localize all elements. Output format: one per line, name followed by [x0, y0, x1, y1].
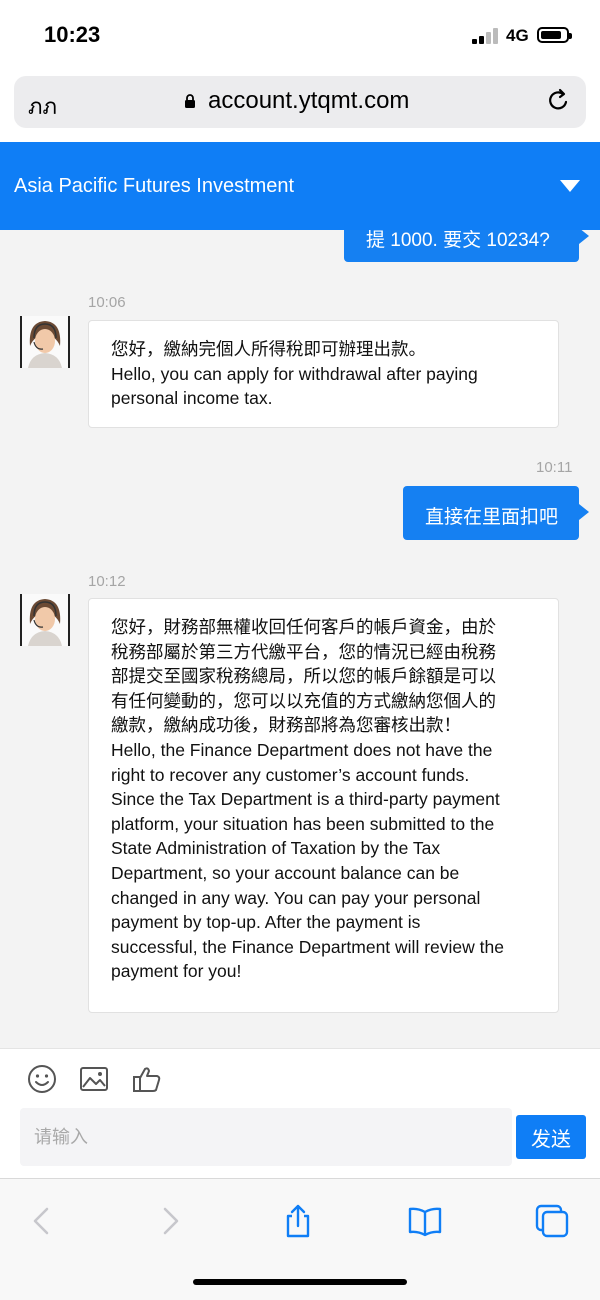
- status-bar: 10:23 4G: [0, 0, 600, 70]
- status-time: 10:23: [44, 22, 101, 47]
- message-line: 有任何變動的，您可以以充值的方式繳納您個人的: [111, 690, 496, 711]
- message-bubble-received: 您好，繳納完個人所得稅即可辦理出款。 Hello, you can apply …: [88, 320, 559, 428]
- image-icon[interactable]: [78, 1063, 110, 1095]
- chat-area[interactable]: 提 1000. 要交 10234? 10:06 您好，繳納完個人所得稅即可辦理出…: [0, 230, 600, 1048]
- app-header: Asia Pacific Futures Investment: [0, 142, 600, 230]
- send-button[interactable]: 发送: [516, 1115, 586, 1159]
- emoji-icon[interactable]: [26, 1063, 58, 1095]
- forward-icon[interactable]: [152, 1203, 188, 1239]
- back-icon[interactable]: [24, 1203, 60, 1239]
- home-indicator: [193, 1279, 407, 1285]
- message-line: successful, the Finance Department will …: [111, 936, 504, 957]
- message-line: Department, so your account balance can …: [111, 862, 460, 883]
- message-input[interactable]: [20, 1108, 512, 1166]
- composer: 发送: [0, 1108, 600, 1178]
- message-line: Hello, you can apply for withdrawal afte…: [111, 363, 478, 384]
- message-bubble-sent: 提 1000. 要交 10234?: [344, 230, 589, 262]
- address-bar[interactable]: ภภ account.ytqmt.com: [14, 76, 586, 128]
- share-icon[interactable]: [280, 1203, 316, 1239]
- message-line: platform, your situation has been submit…: [111, 813, 495, 834]
- message-line: payment for you!: [111, 961, 242, 982]
- thumbs-up-icon[interactable]: [131, 1063, 163, 1095]
- page-title: Asia Pacific Futures Investment: [14, 175, 295, 197]
- message-line: 您好，財務部無權收回任何客戶的帳戶資金，由於: [111, 617, 496, 637]
- message-timestamp: 10:11: [536, 459, 573, 476]
- message-line: 稅務部屬於第三方代繳平台，您的情況已經由稅務: [111, 641, 496, 662]
- message-timestamp: 10:06: [88, 294, 126, 311]
- message-line: Since the Tax Department is a third-part…: [111, 789, 500, 810]
- message-line: State Administration of Taxation by the …: [111, 838, 441, 859]
- lock-icon: [185, 94, 195, 108]
- url-text[interactable]: account.ytqmt.com: [208, 87, 409, 115]
- message-text: 提 1000. 要交 10234?: [366, 230, 550, 251]
- battery-level: [541, 31, 561, 39]
- composer-tools: [0, 1048, 600, 1109]
- agent-avatar: [20, 594, 70, 646]
- network-label: 4G: [506, 26, 529, 45]
- signal-icon: [472, 28, 500, 44]
- reader-mode-button[interactable]: ภภ: [28, 89, 57, 124]
- chevron-down-icon[interactable]: [560, 180, 580, 192]
- message-line: 部提交至國家稅務總局，所以您的帳戶餘額是可以: [111, 666, 496, 687]
- message-bubble-sent: 直接在里面扣吧: [403, 486, 589, 540]
- message-line: right to recover any customer’s account …: [111, 764, 470, 785]
- tabs-icon[interactable]: [534, 1203, 570, 1239]
- message-line: personal income tax.: [111, 388, 273, 409]
- reload-icon[interactable]: [546, 88, 572, 114]
- agent-avatar: [20, 316, 70, 368]
- bookmarks-icon[interactable]: [407, 1203, 443, 1239]
- message-bubble-received: 您好，財務部無權收回任何客戶的帳戶資金，由於 稅務部屬於第三方代繳平台，您的情況…: [88, 598, 559, 1013]
- message-line: payment by top-up. After the payment is: [111, 912, 421, 933]
- message-timestamp: 10:12: [88, 573, 126, 590]
- message-line: 您好，繳納完個人所得稅即可辦理出款。: [111, 339, 426, 359]
- message-line: 繳款，繳納成功後，財務部將為您審核出款！: [111, 715, 461, 736]
- message-text: 直接在里面扣吧: [425, 507, 559, 528]
- message-line: changed in any way. You can pay your per…: [111, 887, 481, 908]
- battery-icon: [537, 27, 572, 43]
- message-line: Hello, the Finance Department does not h…: [111, 739, 493, 760]
